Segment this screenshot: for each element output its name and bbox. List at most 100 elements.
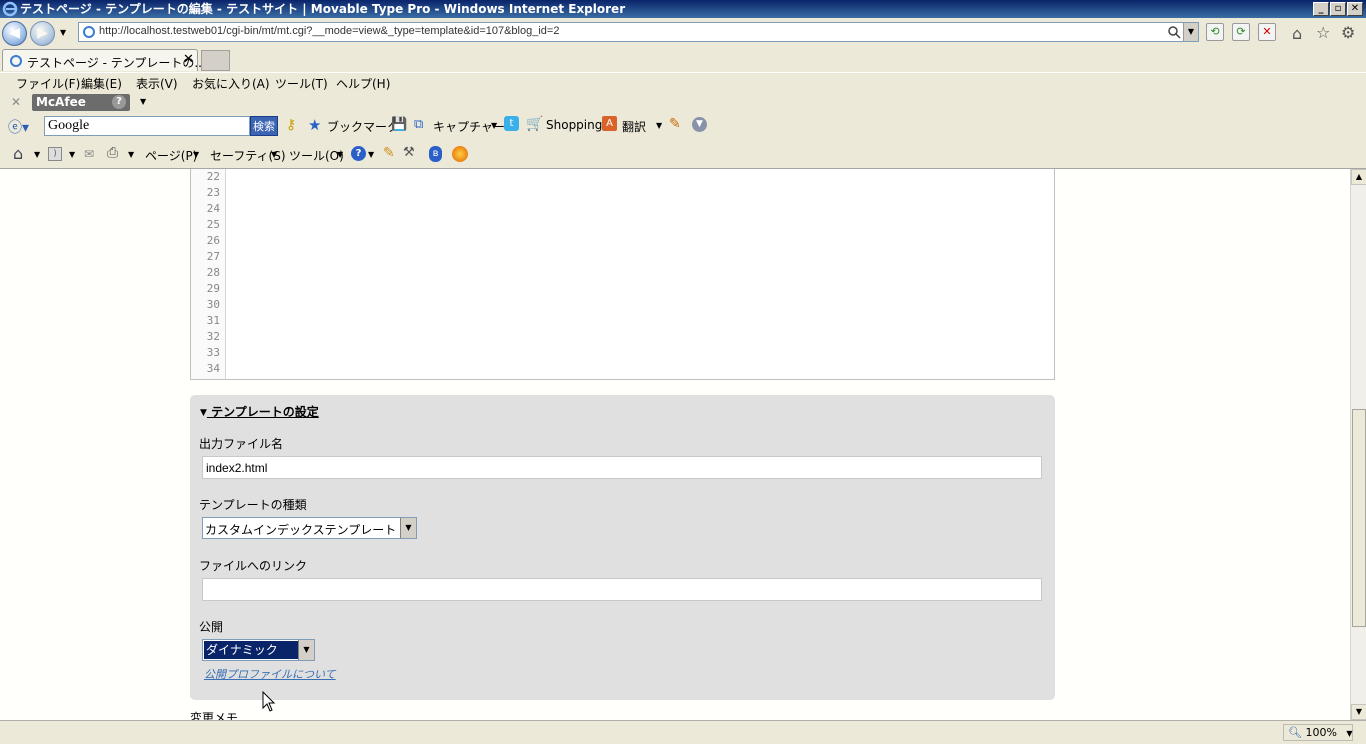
publish-label: 公開 xyxy=(199,620,224,634)
print-icon[interactable]: ⎙ xyxy=(107,145,118,161)
mcafee-dropdown-icon[interactable]: ▼ xyxy=(140,97,146,106)
address-url: http://localhost.testweb01/cgi-bin/mt/mt… xyxy=(99,25,560,37)
vertical-scrollbar[interactable]: ▲ ▼ xyxy=(1350,169,1366,720)
file-link-input[interactable] xyxy=(202,578,1042,601)
menu-file[interactable]: ファイル(F) xyxy=(16,75,80,92)
menu-help[interactable]: ヘルプ(H) xyxy=(336,75,390,92)
tools-dropdown-icon[interactable]: ▼ xyxy=(337,150,343,159)
twitter-icon[interactable]: t xyxy=(504,116,519,131)
safety-dropdown-icon[interactable]: ▼ xyxy=(271,150,277,159)
address-dropdown-icon[interactable]: ▼ xyxy=(1183,23,1198,41)
restore-button[interactable]: ▫ xyxy=(1330,2,1346,16)
file-link-label: ファイルへのリンク xyxy=(199,559,308,573)
mcafee-button[interactable]: McAfee ? xyxy=(32,94,130,111)
key-icon[interactable]: ⚷ xyxy=(286,117,296,133)
template-type-dropdown-icon[interactable]: ▼ xyxy=(400,518,416,538)
highlighter-icon[interactable]: ✎ xyxy=(669,116,681,132)
google-search-button[interactable]: 検索 xyxy=(250,116,278,136)
bookmark-star-icon[interactable]: ★ xyxy=(308,116,321,134)
menu-edit[interactable]: 編集(E) xyxy=(81,75,122,92)
page-ie-icon xyxy=(83,26,95,38)
translate-dropdown-icon[interactable]: ▼ xyxy=(656,121,662,130)
mail-icon[interactable]: ✉ xyxy=(84,147,94,161)
shopping-button[interactable]: Shopping xyxy=(546,118,602,132)
feeds-dropdown-icon[interactable]: ▼ xyxy=(69,150,75,159)
home-cmd-icon[interactable]: ⌂ xyxy=(13,144,23,163)
help-icon[interactable]: ? xyxy=(351,146,366,161)
tab-ie-icon xyxy=(10,55,22,67)
cart-icon[interactable]: 🛒 xyxy=(526,116,543,132)
home-dropdown-icon[interactable]: ▼ xyxy=(34,150,40,159)
save-icon[interactable]: 💾 xyxy=(391,117,407,132)
bookmark-button[interactable]: ブックマーク xyxy=(327,118,399,135)
minimize-button[interactable]: _ xyxy=(1313,2,1329,16)
template-code-editor[interactable]: 22 23 24 25 26 27 28 29 30 31 32 33 34 xyxy=(190,169,1055,380)
mouse-cursor-icon xyxy=(262,691,276,712)
line-number: 24 xyxy=(206,202,220,215)
gear-icon[interactable]: ⚙ xyxy=(1341,23,1355,42)
ie-logo-icon xyxy=(2,1,18,17)
bluetooth-icon[interactable]: ʙ xyxy=(429,146,442,162)
new-tab-button[interactable] xyxy=(201,50,230,71)
publish-profile-link[interactable]: 公開プロファイルについて xyxy=(204,666,336,682)
home-icon[interactable]: ⌂ xyxy=(1292,24,1302,43)
line-number: 34 xyxy=(206,362,220,375)
research-icon[interactable]: ✎ xyxy=(383,145,395,161)
addon-icon[interactable]: ⚒ xyxy=(403,145,415,160)
menu-favorites[interactable]: お気に入り(A) xyxy=(192,75,270,92)
search-icon[interactable] xyxy=(1167,25,1181,39)
feeds-icon[interactable]: ) xyxy=(48,147,62,161)
scroll-down-arrow[interactable]: ▼ xyxy=(1351,704,1366,720)
line-number: 22 xyxy=(206,170,220,183)
page-dropdown-icon[interactable]: ▼ xyxy=(193,150,199,159)
scroll-thumb[interactable] xyxy=(1352,409,1366,627)
tab-close-icon[interactable]: ✕ xyxy=(183,52,194,67)
settings-toggle[interactable]: ▼ テンプレートの設定 xyxy=(200,403,319,420)
output-file-input[interactable] xyxy=(202,456,1042,479)
ie-menu-icon[interactable]: ⓔ▾ xyxy=(8,117,29,137)
template-type-select[interactable]: カスタムインデックステンプレート ▼ xyxy=(202,517,417,539)
tools-menu[interactable]: ツール(O) xyxy=(289,147,344,164)
google-search-value: Google xyxy=(48,118,90,133)
stop-icon[interactable]: ✕ xyxy=(1258,23,1276,41)
close-window-button[interactable]: ✕ xyxy=(1347,2,1363,16)
options-icon[interactable]: ▼ xyxy=(692,117,707,132)
scroll-up-arrow[interactable]: ▲ xyxy=(1351,169,1366,185)
history-dropdown-icon[interactable]: ▼ xyxy=(60,28,66,37)
refresh-icon[interactable]: ⟳ xyxy=(1232,23,1250,41)
compat-view-icon[interactable]: ⟲ xyxy=(1206,23,1224,41)
forward-button[interactable]: ▶ xyxy=(30,21,55,46)
command-bar: ⌂ ▼ ) ▼ ✉ ⎙ ▼ ページ(P) ▼ セーフティ(S) ▼ ツール(O)… xyxy=(0,140,1366,169)
publish-select[interactable]: ダイナミック ▼ xyxy=(202,639,315,661)
back-button[interactable]: ◀ xyxy=(2,21,27,46)
mcafee-label: McAfee xyxy=(36,95,86,109)
address-bar[interactable]: http://localhost.testweb01/cgi-bin/mt/mt… xyxy=(78,22,1199,42)
addon-orange-icon[interactable] xyxy=(452,146,468,162)
translate-button[interactable]: 翻訳 xyxy=(622,118,646,135)
line-number: 25 xyxy=(206,218,220,231)
print-dropdown-icon[interactable]: ▼ xyxy=(128,150,134,159)
page-menu[interactable]: ページ(P) xyxy=(145,147,197,164)
toolbar-close-icon[interactable]: ✕ xyxy=(11,95,21,109)
page-content: 22 23 24 25 26 27 28 29 30 31 32 33 34 ▼… xyxy=(0,169,1350,720)
capture-dropdown-icon[interactable]: ▼ xyxy=(491,121,497,130)
menu-tools[interactable]: ツール(T) xyxy=(275,75,328,92)
mcafee-toolbar: ✕ McAfee ? ▼ xyxy=(0,92,1366,113)
zoom-icon: 🔍︎ xyxy=(1288,726,1302,739)
mcafee-help-icon[interactable]: ? xyxy=(112,95,126,109)
favorites-star-icon[interactable]: ☆ xyxy=(1316,23,1330,42)
google-search-input[interactable]: Google xyxy=(44,116,250,136)
menu-view[interactable]: 表示(V) xyxy=(136,75,178,92)
publish-dropdown-icon[interactable]: ▼ xyxy=(298,640,314,660)
zoom-control[interactable]: 🔍︎ 100% ▼ xyxy=(1283,724,1353,741)
menu-bar: ファイル(F) 編集(E) 表示(V) お気に入り(A) ツール(T) ヘルプ(… xyxy=(0,72,1366,92)
settings-heading: テンプレートの設定 xyxy=(211,405,319,419)
line-number: 33 xyxy=(206,346,220,359)
help-dropdown-icon[interactable]: ▼ xyxy=(368,150,374,159)
tab-current[interactable]: テストページ - テンプレートの... ✕ xyxy=(2,49,206,71)
zoom-dropdown-icon: ▼ xyxy=(1346,729,1353,738)
capture-icon[interactable]: ⧉ xyxy=(414,117,423,132)
translate-icon[interactable]: A xyxy=(602,116,617,131)
line-number: 23 xyxy=(206,186,220,199)
line-number: 27 xyxy=(206,250,220,263)
